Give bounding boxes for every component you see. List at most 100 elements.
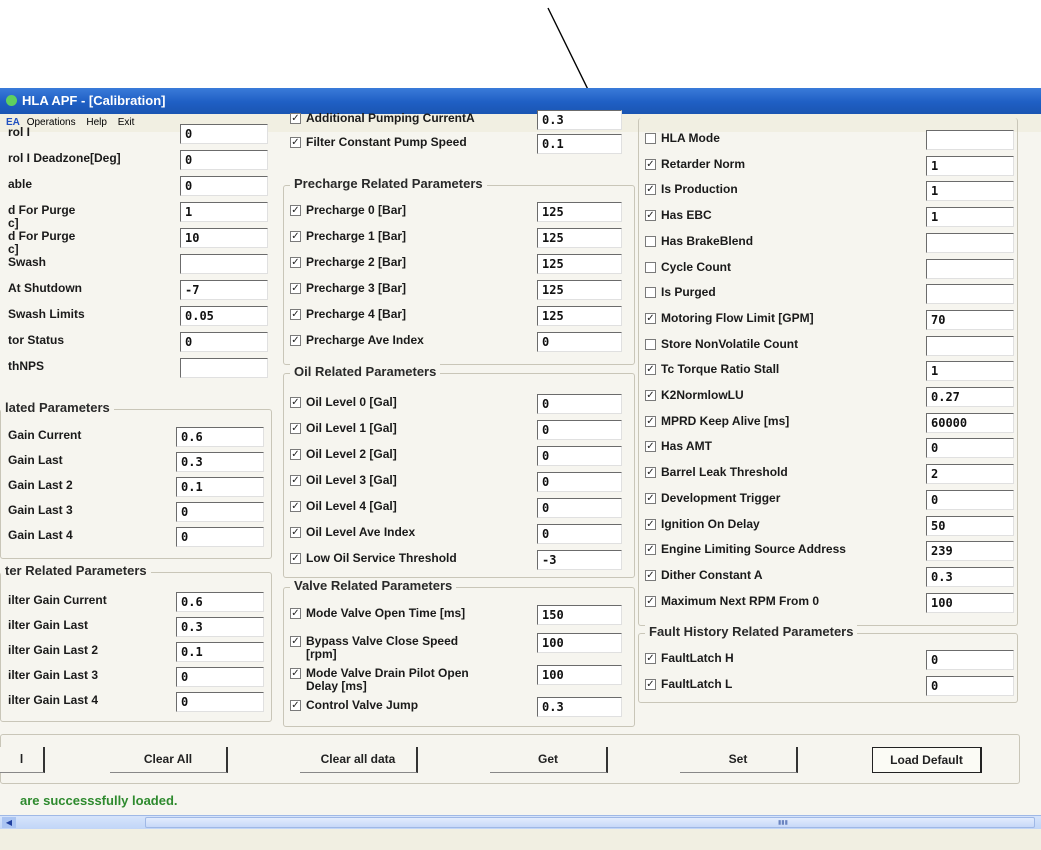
parameter-value-field[interactable]: 1 [926, 361, 1014, 382]
parameter-value-field[interactable]: 0 [926, 650, 1014, 670]
parameter-value-field[interactable] [926, 232, 1014, 253]
checkbox[interactable] [645, 287, 656, 299]
parameter-value-field[interactable]: 1 [926, 207, 1014, 228]
checkbox[interactable]: ✓ [290, 113, 301, 124]
other-param-row: ✓ K2NormlowLU 0.27 [0, 387, 1041, 409]
other-param-row: ✓ Dither Constant A 0.3 [0, 566, 1041, 589]
checkbox[interactable]: ✓ [645, 210, 656, 222]
parameter-label: Is Production [661, 182, 738, 197]
parameter-label: Has EBC [661, 208, 712, 223]
other-param-row: ✓ Motoring Flow Limit [GPM] 70 [0, 309, 1041, 332]
parameter-value-field[interactable] [926, 258, 1014, 279]
partial-button[interactable]: l [0, 747, 45, 773]
checkbox[interactable]: ✓ [645, 441, 656, 453]
get-button[interactable]: Get [490, 747, 608, 773]
parameter-label: Store NonVolatile Count [661, 336, 799, 351]
checkbox[interactable]: ✓ [645, 518, 656, 530]
parameter-value-field[interactable]: 239 [926, 541, 1014, 562]
checkbox[interactable]: ✓ [290, 636, 301, 647]
pump-param-row: ✓ Additional Pumping CurrentA 0.3 [0, 110, 1041, 132]
fault-latch-row: ✓ FaultLatch L 0 [0, 676, 1041, 698]
clear-all-data-button[interactable]: Clear all data [300, 747, 418, 773]
checkbox[interactable]: ✓ [645, 679, 656, 690]
parameter-value-field[interactable]: 1 [926, 155, 1014, 176]
parameter-label: Retarder Norm [661, 156, 746, 171]
parameter-value-field[interactable]: 50 [926, 515, 1014, 536]
other-param-row: ✓ Maximum Next RPM From 0 100 [0, 592, 1041, 615]
parameter-value-field[interactable]: 0 [926, 438, 1014, 459]
other-param-row: HLA Mode [0, 130, 1041, 152]
checkbox[interactable]: ✓ [645, 492, 656, 504]
parameter-label: Barrel Leak Threshold [661, 465, 788, 480]
parameter-label: Is Purged [661, 285, 716, 300]
horizontal-scrollbar[interactable]: ◀ ▮▮▮ [0, 815, 1041, 829]
checkbox[interactable]: ✓ [645, 364, 656, 376]
parameter-label: Has BrakeBlend [661, 233, 754, 248]
checkbox[interactable] [645, 338, 656, 350]
parameter-value-field[interactable]: 0.3 [537, 697, 622, 717]
status-bar [0, 829, 1041, 850]
other-param-row: ✓ Has EBC 1 [0, 207, 1041, 229]
parameter-label: Ignition On Delay [661, 516, 760, 531]
checkbox[interactable] [645, 261, 656, 273]
scrollbar-thumb[interactable] [145, 817, 1035, 828]
other-param-row: ✓ Is Production 1 [0, 181, 1041, 203]
parameter-label: Has AMT [661, 439, 712, 454]
checkbox[interactable] [645, 235, 656, 247]
parameter-value-field[interactable]: 2 [926, 464, 1014, 485]
parameter-value-field[interactable]: 100 [926, 592, 1014, 613]
checkbox[interactable]: ✓ [645, 467, 656, 479]
other-param-row: ✓ Engine Limiting Source Address 239 [0, 541, 1041, 563]
parameter-value-field[interactable] [926, 335, 1014, 356]
parameter-value-field[interactable]: 60000 [926, 412, 1014, 433]
other-param-row: ✓ MPRD Keep Alive [ms] 60000 [0, 412, 1041, 435]
status-message: are successsfully loaded. [20, 793, 178, 808]
load-default-button[interactable]: Load Default [872, 747, 982, 773]
other-param-row: Store NonVolatile Count [0, 335, 1041, 358]
parameter-value-field[interactable]: 0.27 [926, 387, 1014, 407]
checkbox[interactable]: ✓ [645, 653, 656, 664]
other-param-row: Has BrakeBlend [0, 232, 1041, 255]
checkbox[interactable]: ✓ [290, 700, 301, 711]
scroll-grip-icon: ▮▮▮ [778, 820, 788, 826]
app-icon [6, 95, 17, 106]
checkbox[interactable]: ✓ [645, 184, 656, 196]
parameter-label: Dither Constant A [661, 567, 763, 582]
other-param-row: Cycle Count [0, 258, 1041, 281]
parameter-label: FaultLatch H [661, 651, 734, 665]
other-param-row: ✓ Tc Torque Ratio Stall 1 [0, 361, 1041, 383]
checkbox[interactable]: ✓ [645, 595, 656, 607]
parameter-value-field[interactable]: 0 [926, 676, 1014, 696]
other-param-row: ✓ Barrel Leak Threshold 2 [0, 464, 1041, 486]
parameter-label: Maximum Next RPM From 0 [661, 593, 820, 608]
parameter-label: K2NormlowLU [661, 388, 744, 402]
parameter-value-field[interactable]: 70 [926, 309, 1014, 330]
other-param-row: ✓ Retarder Norm 1 [0, 155, 1041, 178]
checkbox[interactable]: ✓ [645, 312, 656, 324]
parameter-value-field[interactable] [926, 284, 1014, 305]
parameter-label: Cycle Count [661, 259, 732, 274]
other-param-row: ✓ Development Trigger 0 [0, 489, 1041, 512]
parameter-label: Development Trigger [661, 490, 781, 505]
checkbox[interactable]: ✓ [645, 390, 656, 401]
checkbox[interactable] [645, 133, 656, 144]
parameter-label: FaultLatch L [661, 677, 733, 691]
set-button[interactable]: Set [680, 747, 798, 773]
checkbox[interactable]: ✓ [645, 544, 656, 556]
checkbox[interactable]: ✓ [645, 415, 656, 427]
other-param-row: ✓ Ignition On Delay 50 [0, 515, 1041, 538]
fault-latch-row: ✓ FaultLatch H 0 [0, 650, 1041, 672]
parameter-value-field[interactable] [926, 130, 1014, 150]
parameter-label: Additional Pumping CurrentA [306, 111, 475, 125]
scroll-left-arrow-icon[interactable]: ◀ [2, 817, 16, 828]
parameter-value-field[interactable]: 1 [926, 181, 1014, 202]
parameter-value-field[interactable]: 0.3 [537, 110, 622, 130]
parameter-value-field[interactable]: 0 [926, 489, 1014, 510]
clear-all-button[interactable]: Clear All [110, 747, 228, 773]
valve-param-row: ✓ Control Valve Jump 0.3 [0, 697, 1041, 719]
checkbox[interactable]: ✓ [645, 158, 656, 170]
parameter-label: Engine Limiting Source Address [661, 542, 846, 557]
checkbox[interactable]: ✓ [645, 569, 656, 581]
parameter-value-field[interactable]: 0.3 [926, 566, 1014, 587]
window-title: HLA APF - [Calibration] [22, 93, 166, 108]
